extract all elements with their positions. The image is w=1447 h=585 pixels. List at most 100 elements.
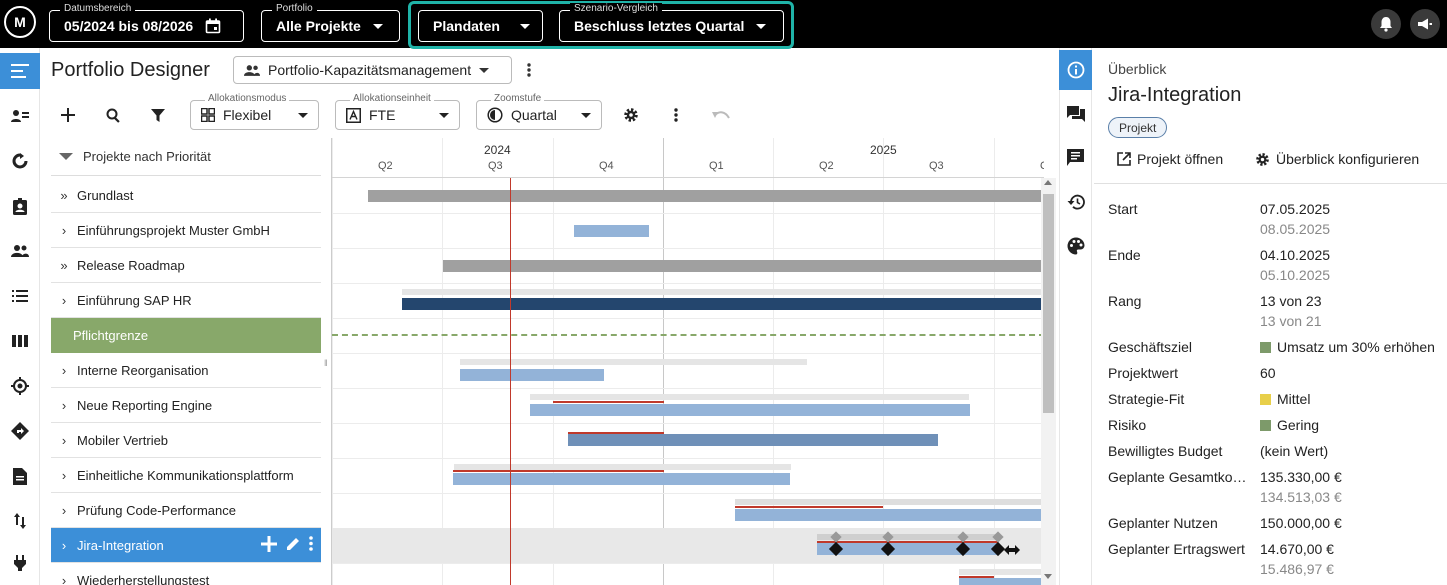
date-range-field[interactable]: Datumsbereich 05/2024 bis 08/2026 [49, 3, 244, 42]
edit-icon[interactable] [285, 536, 301, 555]
header-more-button[interactable] [517, 58, 541, 82]
allocation-unit-select[interactable]: Allokationseinheit FTE [335, 93, 460, 130]
nav-contact-card[interactable] [0, 188, 40, 224]
gantt-marker-line [568, 432, 664, 434]
chevron-icon[interactable]: › [59, 503, 69, 518]
gantt-chart[interactable]: 2024 2025 Q2 Q3 Q4 Q1 Q2 Q3 Q4 [331, 138, 1044, 585]
baseline-bar[interactable] [959, 569, 1043, 575]
gantt-bar[interactable] [574, 225, 649, 237]
project-row[interactable]: › Einheitliche Kommunikationsplattform [51, 458, 321, 493]
chevron-icon[interactable]: › [59, 538, 69, 553]
chevron-icon[interactable]: » [59, 188, 69, 203]
tab-appearance[interactable] [1059, 226, 1092, 266]
chevron-icon[interactable]: › [59, 398, 69, 413]
project-row[interactable]: › Neue Reporting Engine [51, 388, 321, 423]
configure-overview-button[interactable]: Überblick konfigurieren [1255, 151, 1419, 167]
field-value-text: 07.05.2025 [1260, 201, 1331, 217]
chevron-icon[interactable]: › [59, 293, 69, 308]
nav-refresh[interactable] [0, 143, 40, 179]
view-select[interactable]: Portfolio-Kapazitätsmanagement [233, 56, 512, 84]
chevron-icon[interactable]: › [59, 468, 69, 483]
project-row[interactable]: › Wiederherstellungstest [51, 563, 321, 585]
quarter-label: Q2 [819, 160, 834, 172]
more-vertical-icon[interactable] [309, 536, 313, 554]
gantt-bar[interactable] [368, 190, 1043, 202]
undo-button[interactable] [709, 103, 733, 127]
tab-history[interactable] [1059, 182, 1092, 222]
tab-overview[interactable] [1059, 50, 1092, 90]
resize-handle[interactable]: ‖ [324, 358, 328, 370]
data-source-select[interactable]: Plandaten [418, 10, 543, 42]
zoom-select[interactable]: Zoomstufe Quartal [476, 93, 602, 130]
more-vertical-icon [527, 63, 531, 77]
app-logo[interactable]: M [4, 6, 36, 38]
chevron-down-icon [439, 112, 449, 118]
baseline-bar[interactable] [817, 534, 998, 540]
chevron-icon[interactable]: › [59, 433, 69, 448]
project-name: Einheitliche Kommunikationsplattform [77, 467, 294, 483]
project-row[interactable]: › Einführungsprojekt Muster GmbH [51, 213, 321, 248]
nav-menu[interactable] [0, 53, 40, 89]
project-row[interactable]: › Einführung SAP HR [51, 283, 321, 318]
baseline-bar[interactable] [460, 359, 807, 365]
toolbar-more-button[interactable] [664, 103, 688, 127]
chevron-icon[interactable]: › [59, 573, 69, 585]
nav-columns[interactable] [0, 323, 40, 359]
gantt-bar[interactable] [402, 298, 1043, 310]
project-row[interactable]: › Jira-Integration [51, 528, 321, 563]
threshold-row[interactable]: Pflichtgrenze [51, 318, 321, 353]
announcements-button[interactable] [1410, 9, 1440, 39]
project-row[interactable]: » Grundlast [51, 178, 321, 213]
scroll-down-arrow[interactable] [1044, 574, 1052, 579]
nav-route[interactable] [0, 413, 40, 449]
chevron-icon[interactable]: › [59, 363, 69, 378]
chevron-icon[interactable]: » [59, 258, 69, 273]
nav-document[interactable] [0, 458, 40, 494]
double-arrow-icon[interactable] [1004, 543, 1020, 555]
nav-group[interactable] [0, 233, 40, 269]
baseline-bar[interactable] [530, 394, 969, 400]
settings-button[interactable] [619, 103, 643, 127]
search-button[interactable] [101, 103, 125, 127]
gantt-bar[interactable] [530, 404, 970, 416]
nav-list[interactable] [0, 278, 40, 314]
baseline-bar[interactable] [735, 499, 1043, 505]
open-project-button[interactable]: Projekt öffnen [1117, 151, 1223, 167]
project-row[interactable]: › Mobiler Vertrieb [51, 423, 321, 458]
scenario-label: Szenario-Vergleich [570, 3, 662, 14]
gantt-bar[interactable] [453, 473, 790, 485]
gantt-bar[interactable] [460, 369, 604, 381]
add-icon[interactable] [261, 535, 277, 555]
project-name: Einführungsprojekt Muster GmbH [77, 222, 270, 238]
nav-plug[interactable] [0, 545, 40, 581]
project-row[interactable]: › Interne Reorganisation [51, 353, 321, 388]
gantt-scrollbar-thumb[interactable] [1043, 194, 1054, 413]
portfolio-select[interactable]: Portfolio Alle Projekte [261, 3, 400, 42]
gantt-bar[interactable] [568, 434, 938, 446]
tab-comments[interactable] [1059, 94, 1092, 134]
gantt-bar[interactable] [817, 543, 998, 555]
gantt-bar[interactable] [735, 509, 1043, 521]
allocation-mode-select[interactable]: Allokationsmodus Flexibel [190, 93, 319, 130]
field-key: Projektwert [1108, 365, 1179, 381]
nav-person-list[interactable] [0, 98, 40, 134]
scroll-up-arrow[interactable] [1044, 180, 1052, 185]
gridline [442, 138, 443, 585]
chevron-icon[interactable]: › [59, 223, 69, 238]
list-header[interactable]: Projekte nach Priorität [51, 138, 321, 176]
scenario-select[interactable]: Szenario-Vergleich Beschluss letztes Qua… [559, 3, 784, 42]
baseline-bar[interactable] [402, 289, 1043, 295]
notifications-button[interactable] [1371, 9, 1401, 39]
gantt-bar[interactable] [443, 260, 1043, 272]
project-row[interactable]: » Release Roadmap [51, 248, 321, 283]
project-row[interactable]: › Prüfung Code-Performance [51, 493, 321, 528]
filter-button[interactable] [146, 103, 170, 127]
nav-target[interactable] [0, 368, 40, 404]
nav-sort[interactable] [0, 503, 40, 539]
gantt-bar[interactable] [959, 578, 1043, 585]
quarter-label: Q3 [929, 160, 944, 172]
add-button[interactable] [56, 103, 80, 127]
tab-notes[interactable] [1059, 137, 1092, 177]
list-icon [12, 290, 28, 302]
quarter-label: Q3 [488, 160, 503, 172]
